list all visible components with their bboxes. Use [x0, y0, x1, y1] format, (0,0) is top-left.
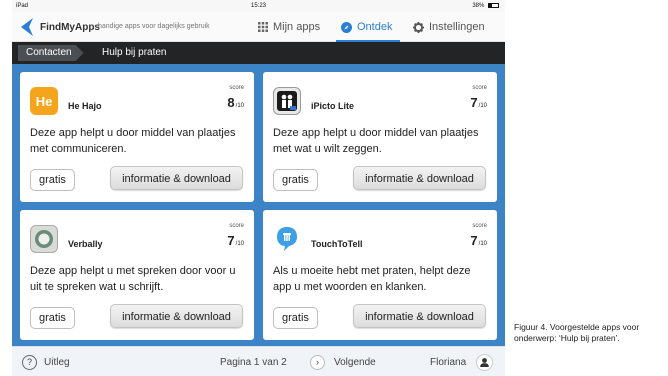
gear-icon — [413, 21, 424, 33]
app-card-he-hajo: He He Hajo score 8/10 Deze app helpt u d… — [20, 72, 254, 202]
app-card-touchtotell: TouchToTell score 7/10 Als u moeite hebt… — [263, 210, 497, 340]
page-indicator: Pagina 1 van 2 — [220, 357, 287, 368]
compass-icon — [341, 21, 352, 33]
grid-icon — [258, 22, 268, 32]
score-max: /10 — [478, 103, 487, 109]
tab-mijn-apps-label: Mijn apps — [273, 21, 321, 33]
app-name: Verbally — [68, 239, 103, 249]
tab-ontdek[interactable]: Ontdek — [341, 21, 392, 33]
verbally-icon — [30, 225, 58, 253]
help-icon[interactable]: ? — [22, 355, 37, 370]
app-tagline: handige apps voor dagelijks gebruik — [98, 23, 210, 30]
app-suggestions-grid: He He Hajo score 8/10 Deze app helpt u d… — [12, 64, 505, 346]
app-description: Als u moeite hebt met praten, helpt deze… — [273, 265, 471, 293]
app-name: FindMyApps — [40, 22, 100, 33]
tab-instellingen-label: Instellingen — [429, 21, 485, 33]
app-score: 8/10 — [227, 95, 244, 110]
score-max: /10 — [235, 241, 244, 247]
price-button[interactable]: gratis — [273, 169, 318, 191]
app-score: 7/10 — [470, 233, 487, 248]
he-hajo-icon: He — [30, 87, 58, 115]
person-icon — [480, 358, 489, 367]
top-navigation: FindMyApps handige apps voor dagelijks g… — [12, 12, 505, 42]
score-value: 7 — [470, 233, 478, 248]
ipad-screen: iPad 15:23 38% FindMyApps handige apps v… — [12, 0, 505, 376]
score-value: 7 — [227, 233, 235, 248]
user-avatar-icon[interactable] — [476, 354, 493, 371]
price-button[interactable]: gratis — [30, 307, 75, 329]
info-download-button[interactable]: informatie & download — [110, 166, 243, 190]
touchtotell-icon — [273, 225, 301, 253]
findmyapps-logo-icon — [21, 18, 33, 36]
app-name: iPicto Lite — [311, 101, 355, 111]
app-card-ipicto-lite: iPicto Lite score 7/10 Deze app helpt u … — [263, 72, 497, 202]
score-label: score — [229, 223, 244, 229]
tab-instellingen[interactable]: Instellingen — [413, 21, 485, 33]
footer-bar: ? Uitleg Pagina 1 van 2 › Volgende Flori… — [12, 346, 505, 376]
tab-ontdek-label: Ontdek — [357, 21, 393, 33]
score-max: /10 — [235, 103, 244, 109]
clock: 15:23 — [250, 3, 266, 9]
tab-mijn-apps[interactable]: Mijn apps — [258, 21, 320, 33]
app-description: Deze app helpt u door middel van plaatje… — [273, 127, 479, 155]
help-link[interactable]: Uitleg — [44, 357, 70, 368]
score-max: /10 — [478, 241, 487, 247]
info-download-button[interactable]: informatie & download — [110, 304, 243, 328]
next-page-button[interactable]: Volgende — [334, 357, 376, 368]
breadcrumb-back-contacten[interactable]: Contacten — [18, 45, 84, 61]
app-score: 7/10 — [227, 233, 244, 248]
price-button[interactable]: gratis — [273, 307, 318, 329]
score-label: score — [229, 85, 244, 91]
breadcrumb: Contacten Hulp bij praten — [12, 42, 505, 64]
score-label: score — [472, 85, 487, 91]
score-value: 8 — [227, 95, 235, 110]
app-name: TouchToTell — [311, 239, 363, 249]
figure-caption: Figuur 4. Voorgestelde apps voor onderwe… — [514, 322, 640, 343]
app-score: 7/10 — [470, 95, 487, 110]
price-button[interactable]: gratis — [30, 169, 75, 191]
battery-percent: 38% — [472, 3, 485, 9]
user-name: Floriana — [430, 357, 467, 368]
info-download-button[interactable]: informatie & download — [353, 166, 486, 190]
info-download-button[interactable]: informatie & download — [353, 304, 486, 328]
ipicto-glyph-icon — [277, 91, 297, 111]
score-label: score — [472, 223, 487, 229]
score-value: 7 — [470, 95, 478, 110]
app-description: Deze app helpt u door middel van plaatje… — [30, 127, 236, 155]
battery-status: 38% — [472, 3, 499, 9]
page-title: Hulp bij praten — [102, 47, 167, 58]
app-card-verbally: Verbally score 7/10 Deze app helpt u met… — [20, 210, 254, 340]
app-description: Deze app helpt u met spreken door voor u… — [30, 265, 236, 293]
verbally-glyph-icon — [35, 230, 53, 248]
status-bar: iPad 15:23 38% — [12, 0, 505, 12]
app-name: He Hajo — [68, 101, 102, 111]
chevron-right-icon[interactable]: › — [310, 355, 325, 370]
speech-bubble-icon — [277, 227, 297, 251]
battery-icon — [488, 3, 499, 8]
ipicto-icon — [273, 87, 301, 115]
